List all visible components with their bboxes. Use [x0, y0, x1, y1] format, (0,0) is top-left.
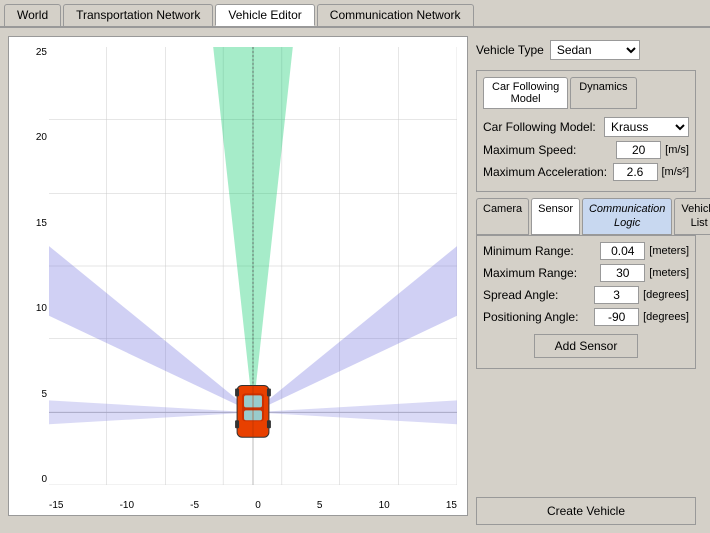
max-speed-unit: [m/s]: [665, 144, 689, 156]
sensor-tab-bar: Camera Sensor CommunicationLogic Vehicle…: [476, 198, 696, 235]
plot-canvas: [49, 47, 457, 485]
x-axis-labels: -15 -10 -5 0 5 10 15: [49, 500, 457, 511]
model-select[interactable]: Krauss IDM: [604, 117, 689, 137]
min-range-row: Minimum Range: [meters]: [483, 242, 689, 260]
min-range-input[interactable]: [600, 242, 645, 260]
max-range-unit: [meters]: [649, 267, 689, 279]
sensor-tab-camera[interactable]: Camera: [476, 198, 529, 235]
car-following-panel: Car FollowingModel Dynamics Car Followin…: [476, 70, 696, 192]
max-accel-input[interactable]: [613, 163, 658, 181]
max-accel-unit: [m/s²]: [662, 166, 690, 178]
y-axis-labels: 25 20 15 10 5 0: [11, 47, 47, 485]
create-vehicle-button[interactable]: Create Vehicle: [476, 497, 696, 525]
sensor-tab-sensor[interactable]: Sensor: [531, 198, 580, 235]
spread-angle-label: Spread Angle:: [483, 288, 590, 302]
tab-communication[interactable]: Communication Network: [317, 4, 474, 26]
spread-angle-unit: [degrees]: [643, 289, 689, 301]
max-accel-label: Maximum Acceleration:: [483, 165, 609, 179]
max-range-row: Maximum Range: [meters]: [483, 264, 689, 282]
vehicle-type-label: Vehicle Type: [476, 43, 544, 57]
tab-vehicle-editor[interactable]: Vehicle Editor: [215, 4, 314, 26]
sensor-tab-communication[interactable]: CommunicationLogic: [582, 198, 672, 235]
tab-transportation[interactable]: Transportation Network: [63, 4, 213, 26]
model-field-row: Car Following Model: Krauss IDM: [483, 117, 689, 137]
plot-svg: [49, 47, 457, 485]
sensor-panel: Minimum Range: [meters] Maximum Range: […: [476, 235, 696, 369]
min-range-unit: [meters]: [649, 245, 689, 257]
right-panel: Vehicle Type Sedan SUV Truck Bus Car Fol…: [476, 36, 696, 525]
tab-world[interactable]: World: [4, 4, 61, 26]
model-label: Car Following Model:: [483, 120, 600, 134]
sensor-section: Camera Sensor CommunicationLogic Vehicle…: [476, 198, 696, 369]
pos-angle-label: Positioning Angle:: [483, 310, 590, 324]
pos-angle-row: Positioning Angle: [degrees]: [483, 308, 689, 326]
vehicle-type-select[interactable]: Sedan SUV Truck Bus: [550, 40, 640, 60]
pos-angle-unit: [degrees]: [643, 311, 689, 323]
sub-tab-bar: Car FollowingModel Dynamics: [483, 77, 689, 109]
spread-angle-input[interactable]: [594, 286, 639, 304]
max-range-label: Maximum Range:: [483, 266, 596, 280]
sub-tab-dynamics[interactable]: Dynamics: [570, 77, 636, 109]
min-range-label: Minimum Range:: [483, 244, 596, 258]
max-speed-label: Maximum Speed:: [483, 143, 612, 157]
pos-angle-input[interactable]: [594, 308, 639, 326]
main-content: 25 20 15 10 5 0: [0, 28, 710, 533]
max-accel-field-row: Maximum Acceleration: [m/s²]: [483, 163, 689, 181]
spread-angle-row: Spread Angle: [degrees]: [483, 286, 689, 304]
tab-bar: World Transportation Network Vehicle Edi…: [0, 0, 710, 28]
max-speed-input[interactable]: [616, 141, 661, 159]
sensor-tab-vehicle-list[interactable]: VehicleList: [674, 198, 710, 235]
max-range-input[interactable]: [600, 264, 645, 282]
plot-area: 25 20 15 10 5 0: [8, 36, 468, 516]
vehicle-type-row: Vehicle Type Sedan SUV Truck Bus: [476, 36, 696, 64]
max-speed-field-row: Maximum Speed: [m/s]: [483, 141, 689, 159]
sub-tab-car-following[interactable]: Car FollowingModel: [483, 77, 568, 109]
add-sensor-button[interactable]: Add Sensor: [534, 334, 639, 358]
